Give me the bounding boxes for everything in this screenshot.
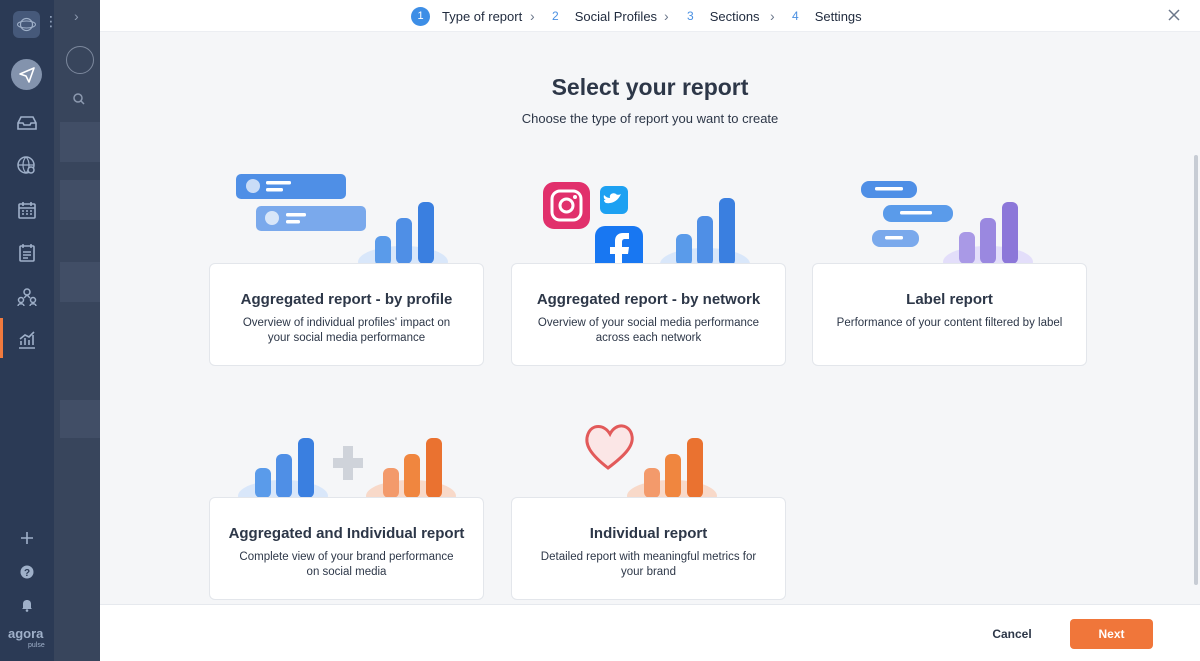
page-title: Select your report [551, 74, 749, 100]
secondary-panel: › [54, 0, 100, 661]
report-card-aggregated-individual[interactable]: Aggregated and Individual report Complet… [209, 497, 484, 600]
panel-row [60, 122, 100, 162]
help-icon[interactable]: ? [17, 562, 37, 582]
report-card-description: Performance of your content filtered by … [836, 317, 1063, 329]
report-card-title: Individual report [589, 525, 708, 542]
main-nav: ⋮ ? agora pulse [0, 0, 58, 661]
report-card-title: Aggregated report - by profile [240, 291, 453, 308]
inbox-icon[interactable] [15, 112, 39, 134]
chevron-right-icon: › [530, 8, 535, 24]
step-sections[interactable]: 3 Sections [687, 0, 760, 32]
report-card-by-profile[interactable]: Aggregated report - by profile Overview … [209, 263, 484, 366]
workspace-logo-icon[interactable] [13, 11, 40, 38]
chevron-right-icon: › [770, 8, 775, 24]
bell-icon[interactable] [17, 595, 37, 615]
step-social-profiles[interactable]: 2 Social Profiles [552, 0, 657, 32]
step-label: Social Profiles [574, 8, 658, 24]
panel-row [60, 180, 100, 220]
plus-icon[interactable] [17, 528, 37, 548]
expand-panel-icon[interactable]: › [74, 8, 79, 24]
scrollbar[interactable] [1194, 155, 1198, 585]
panel-row [60, 400, 100, 438]
brand-logo-sub: pulse [28, 642, 45, 649]
calendar-icon[interactable] [15, 199, 39, 221]
team-icon[interactable] [15, 286, 39, 308]
page-subtitle: Choose the type of report you want to cr… [521, 111, 779, 126]
reports-icon[interactable] [15, 329, 39, 351]
report-wizard-modal: 1 Type of report › 2 Social Profiles › 3… [100, 0, 1200, 661]
step-label: Sections [709, 8, 760, 24]
report-card-title: Aggregated and Individual report [228, 525, 465, 542]
active-indicator [0, 318, 3, 358]
step-number: 2 [552, 9, 559, 23]
step-type-of-report[interactable]: 1 Type of report [411, 0, 522, 32]
wizard-steps: 1 Type of report › 2 Social Profiles › 3… [100, 0, 1200, 32]
report-card-description: Overview of individual profiles' impact … [242, 317, 451, 344]
step-settings[interactable]: 4 Settings [792, 0, 862, 32]
close-icon[interactable] [1166, 7, 1182, 23]
report-card-title: Aggregated report - by network [536, 291, 761, 308]
report-card-label[interactable]: Label report Performance of your content… [812, 263, 1087, 366]
report-card-individual[interactable]: Individual report Detailed report with m… [511, 497, 786, 600]
chevron-right-icon: › [664, 8, 669, 24]
brand-logo: agora [8, 626, 44, 641]
step-label: Settings [814, 8, 862, 24]
report-card-by-network[interactable]: Aggregated report - by network Overview … [511, 263, 786, 366]
report-card-description: Overview of your social media performanc… [537, 317, 760, 344]
report-card-description: Detailed report with meaningful metrics … [540, 551, 757, 578]
next-button[interactable]: Next [1070, 619, 1153, 649]
step-label: Type of report [442, 8, 523, 24]
listening-icon[interactable] [15, 155, 39, 177]
cancel-button[interactable]: Cancel [980, 622, 1044, 646]
svg-text:?: ? [24, 568, 30, 579]
modal-footer: Cancel Next [100, 604, 1200, 661]
step-number: 3 [687, 9, 694, 23]
publish-icon[interactable] [11, 59, 42, 90]
report-card-description: Complete view of your brand performance … [239, 551, 454, 578]
step-number: 4 [792, 9, 799, 23]
panel-row [60, 262, 100, 302]
add-profile-icon[interactable] [66, 46, 94, 74]
planner-icon[interactable] [15, 242, 39, 264]
report-card-title: Label report [906, 291, 993, 308]
search-icon[interactable] [73, 92, 85, 110]
step-number: 1 [411, 6, 430, 26]
